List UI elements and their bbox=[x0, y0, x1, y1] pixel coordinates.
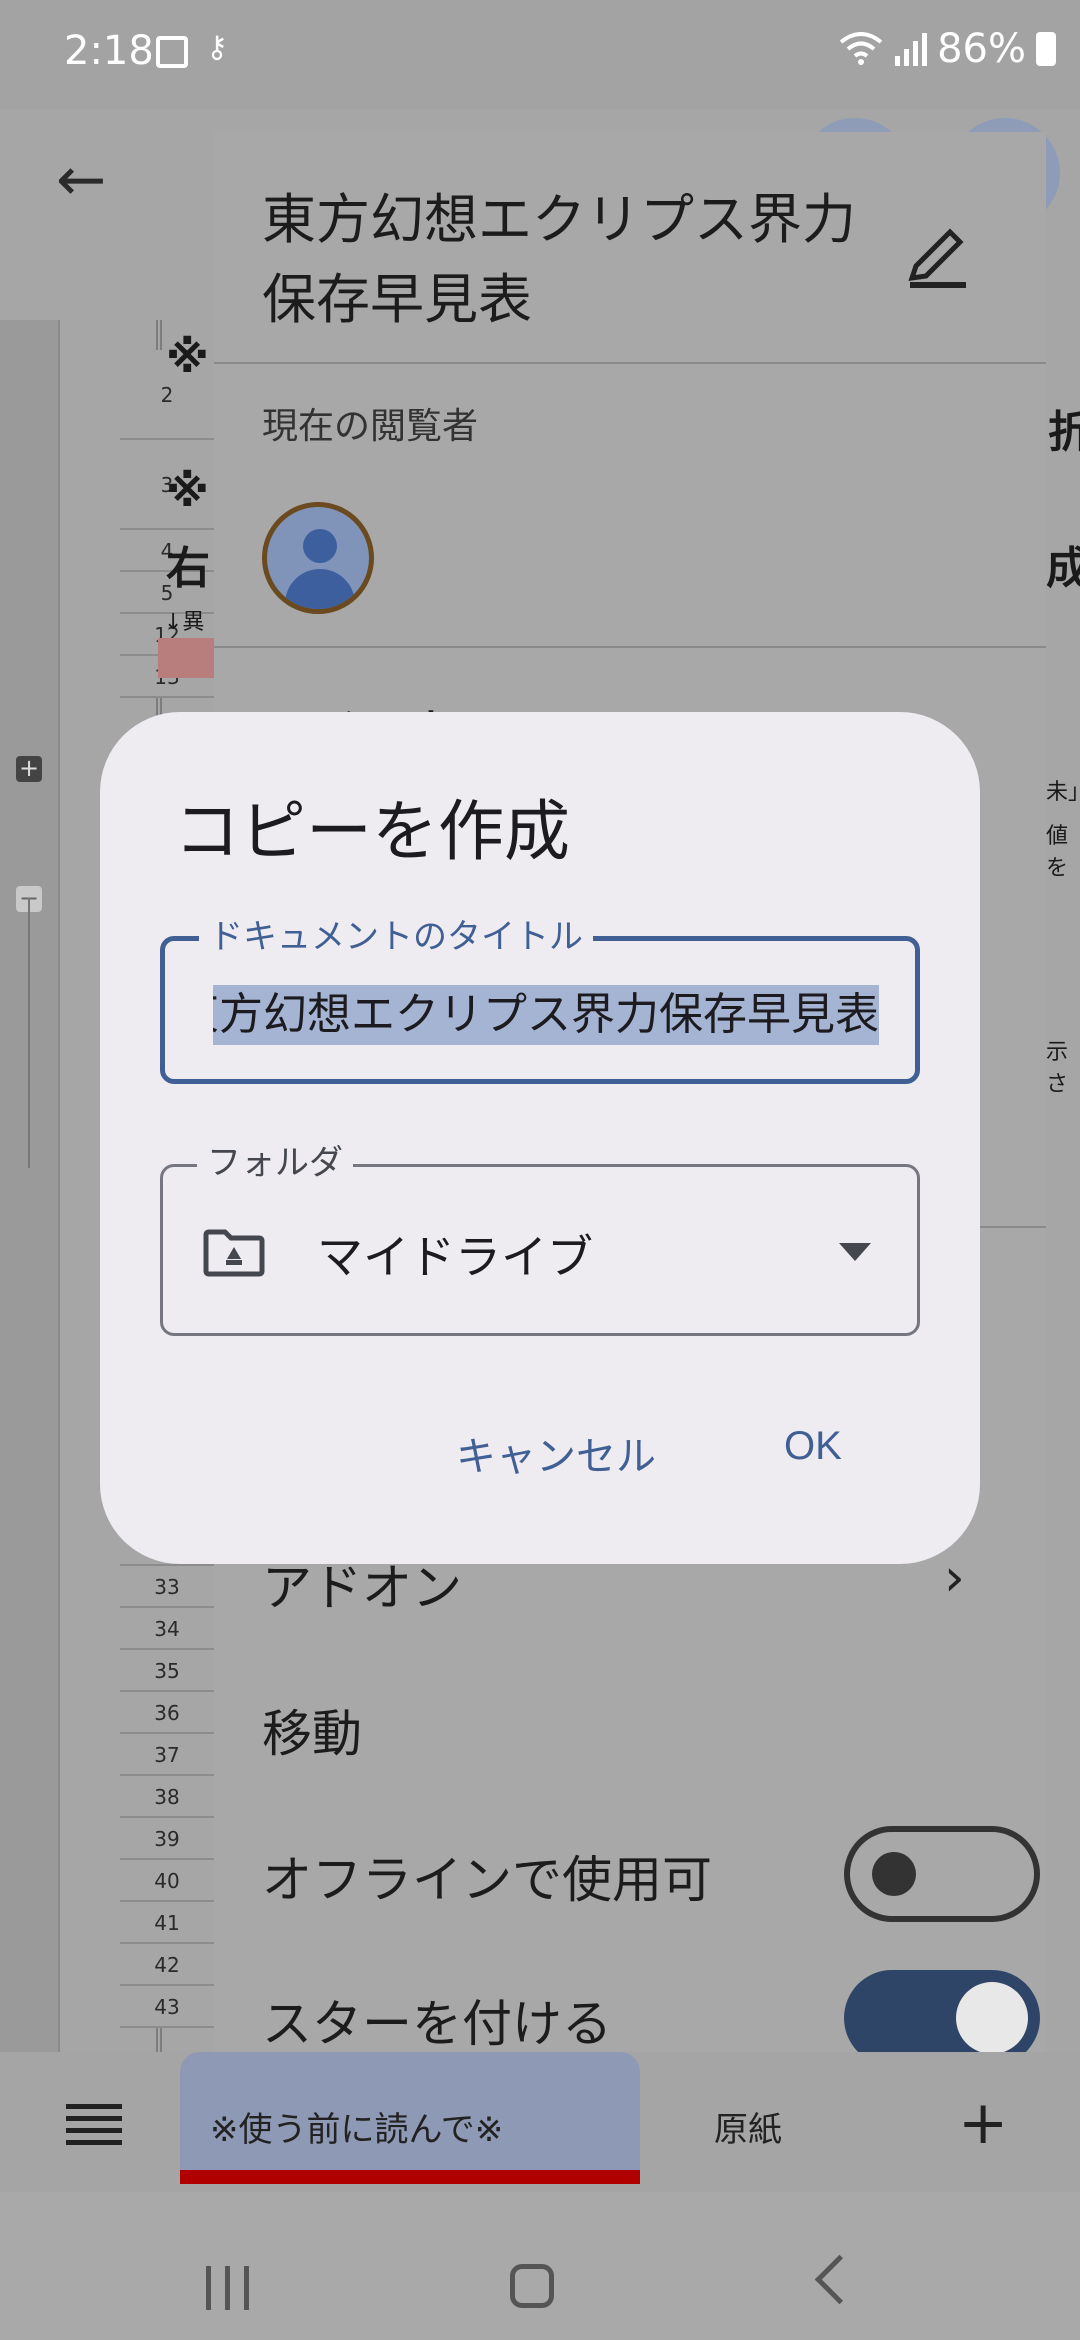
row-header[interactable]: 43 bbox=[120, 1986, 214, 2028]
offline-item: オフラインで使用可 bbox=[262, 1851, 712, 1909]
status-time: 2:18 bbox=[64, 28, 154, 74]
toggle-knob bbox=[872, 1852, 916, 1896]
row-header[interactable]: 38 bbox=[120, 1776, 214, 1818]
viewers-label: 現在の閲覧者 bbox=[262, 406, 479, 447]
offline-toggle[interactable] bbox=[844, 1826, 1040, 1922]
star-item: スターを付ける bbox=[262, 1995, 612, 2053]
edit-pencil-icon[interactable] bbox=[902, 222, 974, 294]
back-arrow-icon[interactable]: ← bbox=[56, 150, 116, 210]
battery-percent: 86% bbox=[937, 26, 1026, 72]
row-header[interactable]: 39 bbox=[120, 1818, 214, 1860]
highlighted-cell[interactable] bbox=[158, 638, 218, 678]
dialog-title: コピーを作成 bbox=[174, 793, 570, 870]
row-header[interactable]: 36 bbox=[120, 1692, 214, 1734]
move-item[interactable]: 移動 bbox=[262, 1694, 362, 1766]
chevron-right-icon[interactable]: › bbox=[944, 1548, 965, 1608]
row-header[interactable]: 42 bbox=[120, 1944, 214, 1986]
document-title-input[interactable]: 東方幻想エクリプス界力保存早見表 bbox=[213, 985, 879, 1045]
document-title-label: ドキュメントのタイトル bbox=[199, 915, 593, 959]
recent-apps-icon[interactable] bbox=[206, 2266, 249, 2310]
wifi-icon bbox=[839, 32, 883, 65]
status-bar: 2:18 ⚷ 86% bbox=[0, 0, 1080, 110]
sheet-tab-bar: ※使う前に読んで※ 原紙 + bbox=[0, 2052, 1080, 2192]
key-icon: ⚷ bbox=[206, 30, 228, 65]
photo-icon bbox=[156, 36, 188, 68]
cell-text: 成 bbox=[1046, 543, 1080, 594]
battery-icon bbox=[1036, 32, 1056, 66]
folder-label: フォルダ bbox=[197, 1141, 353, 1185]
folder-value: マイドライブ bbox=[317, 1230, 593, 1284]
expand-group-icon[interactable]: + bbox=[16, 756, 42, 782]
row-header[interactable]: 40 bbox=[120, 1860, 214, 1902]
dropdown-arrow-icon[interactable] bbox=[839, 1243, 871, 1261]
row-header[interactable]: 37 bbox=[120, 1734, 214, 1776]
shared-drive-folder-icon bbox=[203, 1229, 265, 1277]
cell-text: 未」 bbox=[1046, 780, 1080, 805]
make-copy-dialog: コピーを作成 ドキュメントのタイトル 東方幻想エクリプス界力保存早見表 フォルダ… bbox=[100, 712, 980, 1564]
document-title: 東方幻想エクリプス界力保存早見表 bbox=[262, 188, 856, 331]
all-sheets-menu-icon[interactable] bbox=[66, 2104, 122, 2145]
tab-active-label: ※使う前に読んで※ bbox=[210, 2110, 504, 2150]
avatar-head-icon bbox=[303, 529, 337, 563]
document-title-selected-text: 東方幻想エクリプス界力保存早見表 bbox=[213, 985, 879, 1045]
document-title-field[interactable]: ドキュメントのタイトル 東方幻想エクリプス界力保存早見表 bbox=[160, 915, 920, 1084]
status-right: 86% bbox=[839, 26, 1056, 72]
row-header[interactable]: 34 bbox=[120, 1608, 214, 1650]
cell-text: ↓異 bbox=[164, 610, 205, 635]
cell-text: 右 bbox=[166, 543, 210, 594]
viewer-avatar[interactable] bbox=[262, 502, 374, 614]
system-navigation-bar bbox=[0, 2192, 1080, 2340]
add-sheet-icon[interactable]: + bbox=[958, 2088, 1008, 2158]
toggle-knob bbox=[956, 1982, 1028, 2054]
active-tab-indicator bbox=[180, 2170, 640, 2184]
avatar-body-icon bbox=[285, 569, 355, 609]
row-header[interactable]: 33 bbox=[120, 1566, 214, 1608]
tab-second-sheet[interactable]: 原紙 bbox=[714, 2102, 782, 2151]
cell-text: 値を bbox=[1046, 824, 1069, 881]
signal-icon bbox=[895, 33, 928, 66]
folder-field[interactable]: フォルダ マイドライブ bbox=[160, 1141, 920, 1336]
cell-text: 折 bbox=[1048, 407, 1080, 458]
cell-text: 示さ bbox=[1046, 1040, 1069, 1097]
divider bbox=[214, 362, 1046, 364]
group-line bbox=[28, 898, 30, 1168]
cell-text: ※ bbox=[166, 332, 209, 383]
home-icon[interactable] bbox=[510, 2264, 554, 2308]
group-gutter: + − bbox=[0, 320, 60, 2170]
divider bbox=[214, 646, 1046, 648]
row-header[interactable]: 41 bbox=[120, 1902, 214, 1944]
ok-button[interactable]: OK bbox=[784, 1424, 842, 1469]
row-header[interactable]: 35 bbox=[120, 1650, 214, 1692]
back-icon[interactable] bbox=[814, 2254, 865, 2305]
cell-text: ※ bbox=[166, 466, 209, 517]
cancel-button[interactable]: キャンセル bbox=[456, 1424, 656, 1482]
